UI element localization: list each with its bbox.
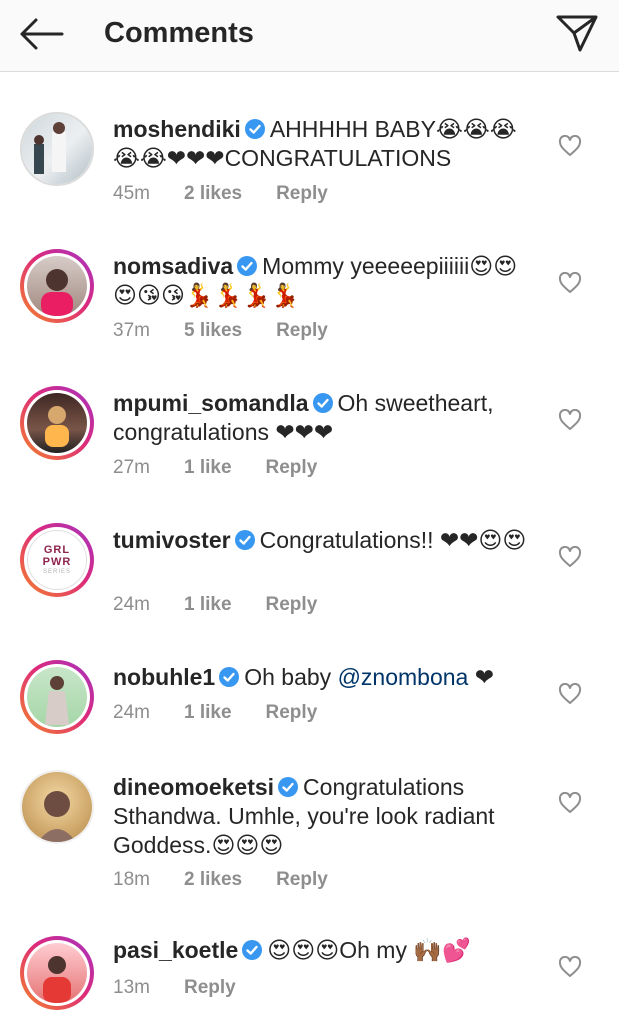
avatar[interactable] <box>20 936 94 1010</box>
avatar[interactable]: GRL PWR SERIES <box>20 523 94 597</box>
like-heart-icon[interactable] <box>558 683 582 705</box>
mention-link[interactable]: @znombona <box>338 664 469 690</box>
timestamp: 45m <box>113 183 150 204</box>
avatar[interactable] <box>20 660 94 734</box>
comment-body: Oh baby <box>244 664 338 690</box>
comment-body: Congratulations!! ❤❤😍😍 <box>259 527 527 553</box>
reply-button[interactable]: Reply <box>266 457 318 478</box>
likes-count[interactable]: 5 likes <box>184 320 242 341</box>
verified-badge-icon <box>219 667 240 687</box>
avatar-photo <box>45 676 69 725</box>
back-button[interactable] <box>14 12 66 56</box>
reply-button[interactable]: Reply <box>266 702 318 723</box>
avatar-photo <box>41 269 73 316</box>
comment-text: tumivoster Congratulations!! ❤❤😍😍 <box>113 526 531 555</box>
comment-text: pasi_koetle 😍😍😍Oh my 🙌🏾💕 <box>113 936 531 965</box>
like-heart-icon[interactable] <box>558 792 582 814</box>
verified-badge-icon <box>278 777 299 797</box>
likes-count[interactable]: 1 like <box>184 457 232 478</box>
timestamp: 18m <box>113 869 150 890</box>
grl-pwr-logo: GRL PWR SERIES <box>27 530 87 590</box>
username[interactable]: nobuhle1 <box>113 664 215 690</box>
like-heart-icon[interactable] <box>558 272 582 294</box>
reply-button[interactable]: Reply <box>276 183 328 204</box>
comment-text: nomsadiva Mommy yeeeeepiiiiii😍😍😍😘😘💃💃💃💃 <box>113 252 531 310</box>
username[interactable]: tumivoster <box>113 527 231 553</box>
verified-badge-icon <box>244 119 265 139</box>
like-heart-icon[interactable] <box>558 135 582 157</box>
timestamp: 24m <box>113 702 150 723</box>
reply-button[interactable]: Reply <box>276 320 328 341</box>
avatar[interactable] <box>20 249 94 323</box>
avatar[interactable] <box>20 770 94 844</box>
comment-text: dineomoeketsi Congratulations Sthandwa. U… <box>113 773 531 860</box>
avatar-photo <box>34 122 66 174</box>
likes-count[interactable]: 1 like <box>184 702 232 723</box>
avatar-photo <box>45 406 69 447</box>
avatar[interactable] <box>20 112 94 186</box>
comment-body-end: ❤ <box>468 664 495 690</box>
paper-plane-icon <box>556 15 598 52</box>
reply-button[interactable]: Reply <box>266 594 318 615</box>
comment-meta: 24m 1 like Reply <box>113 593 351 617</box>
verified-badge-icon <box>237 256 258 276</box>
comment-text: mpumi_somandla Oh sweetheart, congratulat… <box>113 389 531 447</box>
timestamp: 27m <box>113 457 150 478</box>
username[interactable]: nomsadiva <box>113 253 233 279</box>
likes-count[interactable]: 2 likes <box>184 183 242 204</box>
reply-button[interactable]: Reply <box>276 869 328 890</box>
likes-count[interactable]: 2 likes <box>184 869 242 890</box>
username[interactable]: mpumi_somandla <box>113 390 309 416</box>
like-heart-icon[interactable] <box>558 546 582 568</box>
username[interactable]: dineomoeketsi <box>113 774 274 800</box>
share-button[interactable] <box>553 10 601 54</box>
page-title: Comments <box>104 17 254 49</box>
timestamp: 13m <box>113 977 150 998</box>
username[interactable]: moshendiki <box>113 116 241 142</box>
comment-body: 😍😍😍Oh my 🙌🏾💕 <box>267 937 471 963</box>
avatar-photo <box>43 956 71 1003</box>
comment-text: moshendiki AHHHHH BABY😭😭😭😭😭❤❤❤CONGRATULAT… <box>113 115 531 173</box>
verified-badge-icon <box>242 940 263 960</box>
like-heart-icon[interactable] <box>558 409 582 431</box>
likes-count[interactable]: 1 like <box>184 594 232 615</box>
comment-meta: 27m 1 like Reply <box>113 456 351 480</box>
verified-badge-icon <box>312 393 333 413</box>
like-heart-icon[interactable] <box>558 956 582 978</box>
comment-meta: 45m 2 likes Reply <box>113 182 362 206</box>
header-bar: Comments <box>0 0 619 72</box>
comment-text: nobuhle1 Oh baby @znombona ❤ <box>113 663 531 692</box>
avatar-photo <box>38 791 76 842</box>
comment-meta: 24m 1 like Reply <box>113 701 351 725</box>
comment-meta: 18m 2 likes Reply <box>113 868 362 892</box>
username[interactable]: pasi_koetle <box>113 937 238 963</box>
comment-meta: 37m 5 likes Reply <box>113 319 362 343</box>
timestamp: 24m <box>113 594 150 615</box>
arrow-left-icon <box>20 18 64 50</box>
verified-badge-icon <box>234 530 255 550</box>
timestamp: 37m <box>113 320 150 341</box>
avatar[interactable] <box>20 386 94 460</box>
reply-button[interactable]: Reply <box>184 977 236 998</box>
comment-meta: 13m Reply <box>113 976 270 1000</box>
